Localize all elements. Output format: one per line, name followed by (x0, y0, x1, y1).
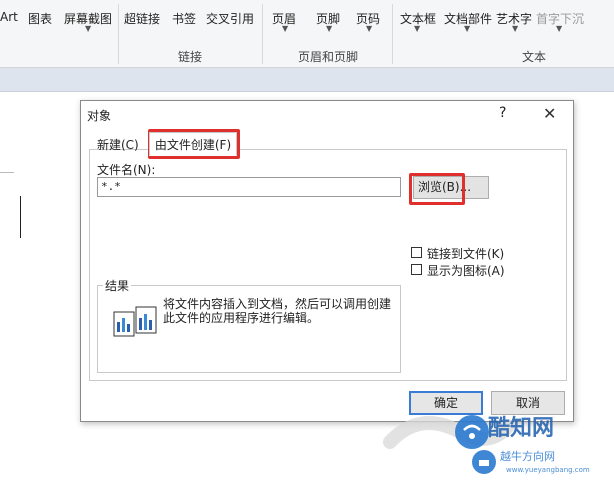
hyperlink-button[interactable]: 超链接 (124, 10, 160, 27)
filename-field[interactable]: *.* (97, 177, 401, 197)
highlight-box (409, 173, 465, 205)
ribbon-separator (118, 4, 119, 64)
ribbon-separator (262, 4, 263, 64)
chart-button[interactable]: 图表 (28, 10, 52, 27)
group-label-links: 链接 (178, 50, 203, 64)
result-description: 将文件内容插入到文档，然后可以调用创建此文件的应用程序进行编辑。 (163, 297, 392, 325)
chevron-down-icon[interactable]: ▼ (366, 24, 372, 33)
smartart-button[interactable]: Art (0, 10, 18, 24)
dialog-title: 对象 (87, 109, 112, 123)
ribbon-bottom-strip (0, 68, 614, 92)
chevron-down-icon[interactable]: ▼ (326, 24, 332, 33)
checkbox-box[interactable] (411, 247, 422, 258)
document-embed-icon (113, 306, 157, 337)
chevron-down-icon[interactable]: ▼ (282, 24, 288, 33)
close-icon[interactable]: ✕ (543, 104, 556, 123)
result-title: 结果 (103, 277, 132, 294)
checkbox-box[interactable] (411, 264, 422, 275)
tab-create-from-file[interactable]: 由文件创建(F) (149, 132, 237, 156)
cross-reference-button[interactable]: 交叉引用 (206, 10, 254, 27)
tab-create-new[interactable]: 新建(C) (93, 135, 143, 155)
text-cursor (20, 196, 21, 238)
display-as-icon-checkbox[interactable]: 显示为图标(A) (411, 262, 561, 278)
margin-marker (0, 172, 14, 173)
link-to-file-checkbox[interactable]: 链接到文件(K) (411, 245, 561, 261)
filename-label: 文件名(N): (97, 163, 156, 177)
chevron-down-icon[interactable]: ▼ (414, 24, 420, 33)
bookmark-button[interactable]: 书签 (172, 10, 196, 27)
group-label-header-footer: 页眉和页脚 (298, 50, 359, 64)
help-button[interactable]: ? (499, 105, 506, 121)
group-label-text: 文本 (522, 50, 547, 64)
object-dialog: 对象 ? ✕ 新建(C) 由文件创建(F) 文件名(N): *.* 浏览(B).… (80, 100, 574, 422)
chevron-down-icon[interactable]: ▼ (512, 24, 518, 33)
link-to-file-label: 链接到文件(K) (427, 247, 505, 261)
chevron-down-icon[interactable]: ▼ (556, 24, 562, 33)
cancel-button[interactable]: 取消 (491, 391, 565, 415)
chevron-down-icon[interactable]: ▼ (464, 24, 470, 33)
display-as-icon-label: 显示为图标(A) (427, 264, 505, 278)
ok-button[interactable]: 确定 (409, 391, 483, 415)
chevron-down-icon[interactable]: ▼ (85, 24, 91, 33)
ribbon-separator (392, 4, 393, 64)
ribbon: Art 图表 屏幕截图 ▼ 超链接 书签 交叉引用 链接 页眉 ▼ 页脚 ▼ 页… (0, 0, 614, 68)
